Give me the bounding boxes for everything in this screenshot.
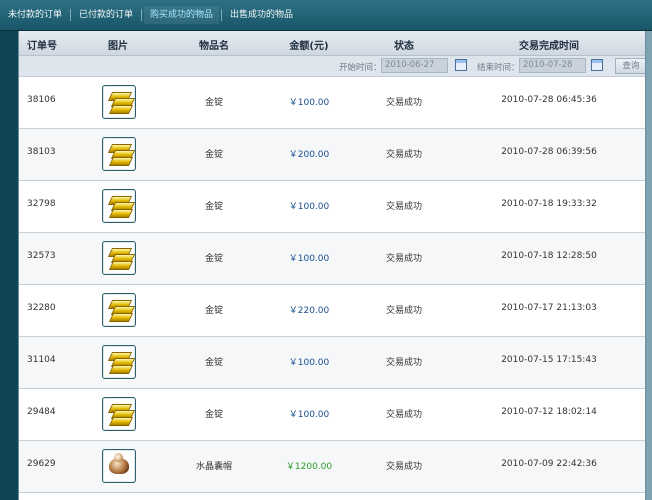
table-row: 31104 金锭 ￥100.00 交易成功 2010-07-15 17:15:4…	[19, 337, 645, 389]
status: 交易成功	[385, 98, 422, 108]
item-name: 金锭	[204, 358, 223, 368]
gold-ingot-icon[interactable]	[102, 137, 136, 171]
order-id: 38106	[27, 95, 56, 105]
status: 交易成功	[385, 150, 422, 160]
start-date-input[interactable]: 2010-06-27	[381, 58, 448, 73]
orders-panel: 订单号 图片 物品名 金额(元) 状态 交易完成时间 开始时间： 2010-06…	[18, 31, 646, 500]
amount: ￥100.00	[288, 98, 330, 108]
column-image: 图片	[108, 41, 128, 52]
order-id: 32280	[27, 303, 56, 313]
gold-ingot-icon[interactable]	[102, 85, 136, 119]
tab-unpaid-orders[interactable]: 未付款的订单	[2, 6, 68, 24]
tab-divider	[141, 9, 143, 21]
gold-ingot-icon[interactable]	[102, 345, 136, 379]
item-name: 水晶囊帽	[195, 462, 232, 472]
table-header: 订单号 图片 物品名 金额(元) 状态 交易完成时间	[19, 31, 645, 56]
item-name: 金锭	[204, 202, 223, 212]
completion-time: 2010-07-15 17:15:43	[501, 355, 597, 365]
status: 交易成功	[385, 306, 422, 316]
order-id: 38103	[27, 147, 56, 157]
amount: ￥100.00	[288, 358, 330, 368]
item-name: 金锭	[204, 410, 223, 420]
crystal-hat-icon[interactable]	[102, 449, 136, 483]
order-id: 29629	[27, 459, 56, 469]
item-name: 金锭	[204, 98, 223, 108]
gold-ingot-icon[interactable]	[102, 241, 136, 275]
order-id: 32798	[27, 199, 56, 209]
start-calendar-icon[interactable]	[455, 59, 467, 71]
end-time-label: 结束时间：	[477, 63, 520, 73]
tab-divider	[70, 9, 72, 21]
table-row: 29484 金锭 ￥100.00 交易成功 2010-07-12 18:02:1…	[19, 389, 645, 441]
completion-time: 2010-07-17 21:13:03	[501, 303, 597, 313]
amount: ￥220.00	[288, 306, 330, 316]
tab-paid-orders[interactable]: 已付款的订单	[73, 6, 139, 24]
column-item-name: 物品名	[199, 41, 229, 52]
amount: ￥1200.00	[285, 462, 333, 472]
status: 交易成功	[385, 254, 422, 264]
amount: ￥100.00	[288, 254, 330, 264]
status: 交易成功	[385, 410, 422, 420]
tab-divider	[221, 9, 223, 21]
column-completion-time: 交易完成时间	[519, 41, 579, 52]
left-panel-background	[0, 31, 18, 500]
column-order-id: 订单号	[27, 41, 57, 52]
date-filter: 开始时间： 2010-06-27 结束时间： 2010-07-28 查询	[19, 56, 645, 77]
amount: ￥100.00	[288, 202, 330, 212]
top-navigation-bar: 未付款的订单 已付款的订单 购买成功的物品 出售成功的物品	[0, 0, 652, 31]
status: 交易成功	[385, 462, 422, 472]
right-scroll-area	[645, 31, 652, 500]
completion-time: 2010-07-28 06:45:36	[501, 95, 597, 105]
item-name: 金锭	[204, 306, 223, 316]
tab-purchased-items[interactable]: 购买成功的物品	[144, 6, 220, 24]
table-row: 32573 金锭 ￥100.00 交易成功 2010-07-18 12:28:5…	[19, 233, 645, 285]
column-amount: 金额(元)	[289, 41, 329, 52]
orders-table-body: 38106 金锭 ￥100.00 交易成功 2010-07-28 06:45:3…	[19, 77, 645, 493]
status: 交易成功	[385, 202, 422, 212]
completion-time: 2010-07-18 19:33:32	[501, 199, 597, 209]
end-date-input[interactable]: 2010-07-28	[519, 58, 586, 73]
table-row: 32798 金锭 ￥100.00 交易成功 2010-07-18 19:33:3…	[19, 181, 645, 233]
start-time-label: 开始时间：	[339, 63, 382, 73]
column-status: 状态	[394, 41, 414, 52]
query-button[interactable]: 查询	[615, 58, 645, 74]
order-tabs: 未付款的订单 已付款的订单 购买成功的物品 出售成功的物品	[2, 6, 301, 24]
completion-time: 2010-07-09 22:42:36	[501, 459, 597, 469]
end-calendar-icon[interactable]	[591, 59, 603, 71]
completion-time: 2010-07-18 12:28:50	[501, 251, 597, 261]
completion-time: 2010-07-28 06:39:56	[501, 147, 597, 157]
order-id: 32573	[27, 251, 56, 261]
table-row: 29629 水晶囊帽 ￥1200.00 交易成功 2010-07-09 22:4…	[19, 441, 645, 493]
amount: ￥200.00	[288, 150, 330, 160]
gold-ingot-icon[interactable]	[102, 189, 136, 223]
amount: ￥100.00	[288, 410, 330, 420]
tab-sold-items[interactable]: 出售成功的物品	[224, 6, 299, 24]
order-id: 29484	[27, 407, 56, 417]
completion-time: 2010-07-12 18:02:14	[501, 407, 597, 417]
gold-ingot-icon[interactable]	[102, 293, 136, 327]
table-row: 38103 金锭 ￥200.00 交易成功 2010-07-28 06:39:5…	[19, 129, 645, 181]
gold-ingot-icon[interactable]	[102, 397, 136, 431]
status: 交易成功	[385, 358, 422, 368]
table-row: 38106 金锭 ￥100.00 交易成功 2010-07-28 06:45:3…	[19, 77, 645, 129]
item-name: 金锭	[204, 150, 223, 160]
table-row: 32280 金锭 ￥220.00 交易成功 2010-07-17 21:13:0…	[19, 285, 645, 337]
order-id: 31104	[27, 355, 56, 365]
item-name: 金锭	[204, 254, 223, 264]
